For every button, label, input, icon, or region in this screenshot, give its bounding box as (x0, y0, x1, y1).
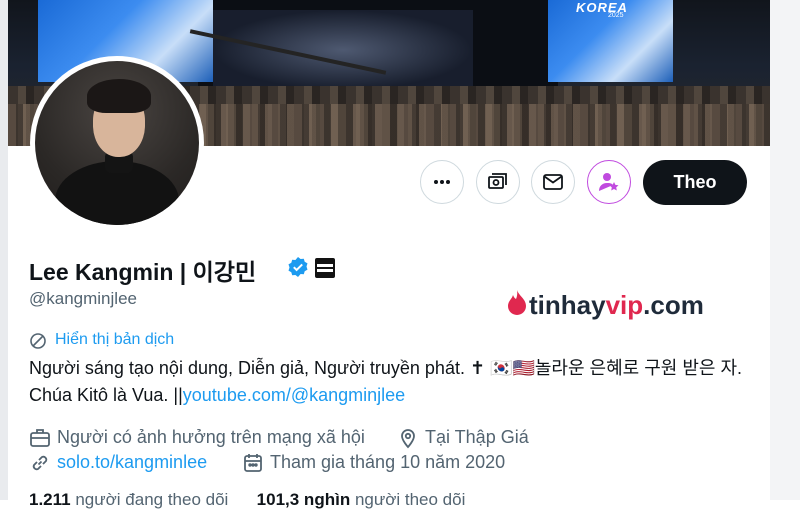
bio-youtube-link[interactable]: youtube.com/@kangminjlee (183, 385, 405, 405)
money-icon (488, 173, 507, 189)
location-pin-icon (401, 429, 415, 449)
link-icon (32, 455, 48, 471)
profile-handle: @kangminjlee (29, 289, 137, 308)
subscribe-star-icon (599, 173, 619, 191)
window-frame-right (770, 0, 800, 500)
subscribe-button[interactable] (587, 160, 631, 204)
follow-stats: 1.211 người đang theo dõi 101,3 nghìn ng… (29, 490, 465, 510)
profile-bio: Người sáng tạo nội dung, Diễn giả, Người… (29, 355, 764, 409)
category-label: Người có ảnh hưởng trên mạng xã hội (57, 427, 365, 447)
flame-icon (508, 290, 526, 315)
show-translation-label: Hiển thị bản dịch (55, 331, 175, 348)
affiliate-badge-icon[interactable] (315, 258, 335, 278)
joined-label: Tham gia tháng 10 năm 2020 (270, 452, 506, 472)
follow-button[interactable]: Theo (643, 160, 747, 205)
message-button[interactable] (531, 160, 575, 204)
translate-icon (30, 333, 46, 349)
window-frame-left (0, 0, 8, 500)
watermark: tinhayvip.com (505, 289, 704, 321)
website-link[interactable]: solo.to/kangminlee (57, 452, 207, 473)
avatar-photo (35, 61, 199, 225)
more-options-button[interactable] (420, 160, 464, 204)
calendar-icon (244, 454, 262, 472)
profile-name: Lee Kangmin | 이강민 (29, 259, 257, 285)
mail-icon (543, 174, 563, 190)
verified-badge-icon[interactable] (287, 256, 309, 278)
location-label: Tại Thập Giá (425, 427, 529, 447)
briefcase-icon (30, 429, 50, 447)
more-icon (434, 180, 450, 184)
event-year: 2025 (608, 12, 624, 19)
avatar[interactable] (30, 56, 204, 230)
tip-button[interactable] (476, 160, 520, 204)
